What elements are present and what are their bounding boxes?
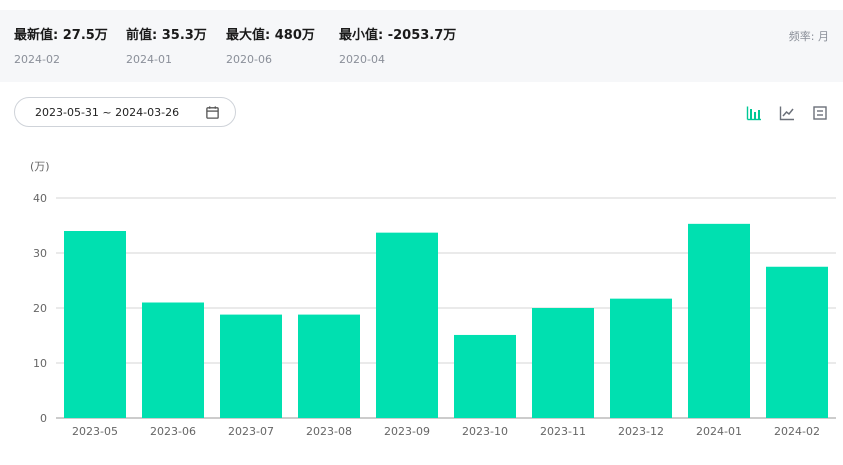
bar	[64, 231, 126, 418]
calendar-icon	[206, 106, 219, 119]
x-tick-label: 2023-07	[228, 425, 274, 438]
date-range-picker[interactable]: 2023-05-31 ~ 2024-03-26	[14, 97, 236, 127]
bar	[532, 308, 594, 418]
x-tick-label: 2024-02	[774, 425, 820, 438]
stat-previous: 前值: 35.3万 2024-01	[126, 24, 207, 66]
bar	[376, 232, 438, 418]
stat-latest-value: 最新值: 27.5万	[14, 28, 108, 43]
y-unit-label: (万)	[30, 160, 50, 173]
x-tick-label: 2023-09	[384, 425, 430, 438]
y-tick-label: 10	[33, 357, 47, 370]
line-chart-icon[interactable]	[779, 105, 795, 121]
x-tick-label: 2024-01	[696, 425, 742, 438]
x-tick-label: 2023-05	[72, 425, 118, 438]
stat-max-date: 2020-06	[226, 53, 272, 66]
frequency-label: 频率: 月	[788, 30, 829, 43]
stat-min: 最小值: -2053.7万 2020-04	[339, 24, 456, 66]
stat-min-date: 2020-04	[339, 53, 385, 66]
bar	[610, 298, 672, 418]
y-tick-label: 30	[33, 247, 47, 260]
y-tick-label: 40	[33, 192, 47, 205]
bar-chart-icon[interactable]	[746, 105, 762, 121]
bar	[454, 334, 516, 418]
stat-max: 最大值: 480万 2020-06	[226, 24, 315, 66]
bar	[142, 302, 204, 418]
table-icon[interactable]	[812, 105, 828, 121]
date-range-text: 2023-05-31 ~ 2024-03-26	[35, 106, 180, 119]
stat-min-value: 最小值: -2053.7万	[339, 28, 457, 43]
stat-max-value: 最大值: 480万	[226, 28, 315, 43]
stat-latest: 最新值: 27.5万 2024-02	[14, 24, 108, 66]
y-tick-label: 0	[40, 412, 47, 425]
bar-chart: (万) 0 10 20 30 40 2023-05 2023-06 2023-07 2023-08…	[30, 160, 836, 438]
stat-previous-value: 前值: 35.3万	[126, 28, 207, 43]
bar	[220, 314, 282, 418]
bar	[688, 223, 750, 418]
x-tick-label: 2023-12	[618, 425, 664, 438]
bar	[298, 314, 360, 418]
x-tick-label: 2023-06	[150, 425, 196, 438]
x-tick-label: 2023-10	[462, 425, 508, 438]
x-tick-label: 2023-08	[306, 425, 352, 438]
bar	[766, 266, 828, 418]
y-tick-label: 20	[33, 302, 47, 315]
stats-bar: 最新值: 27.5万 2024-02 前值: 35.3万 2024-01 最大值…	[0, 10, 843, 82]
x-tick-label: 2023-11	[540, 425, 586, 438]
stat-previous-date: 2024-01	[126, 53, 172, 66]
stat-latest-date: 2024-02	[14, 53, 60, 66]
